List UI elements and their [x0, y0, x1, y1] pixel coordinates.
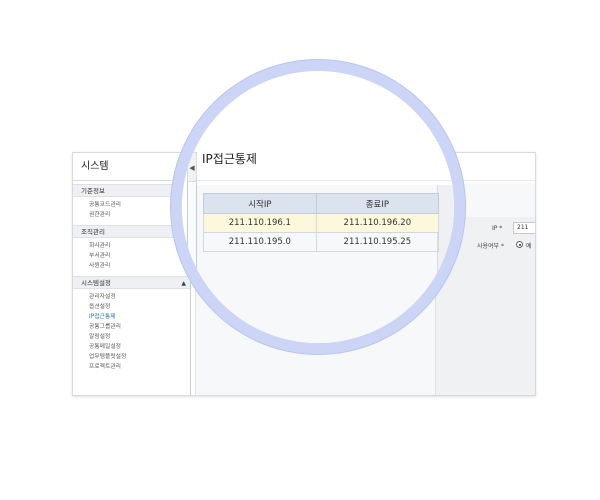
sidebar-item-department[interactable]: 부서관리 [73, 251, 190, 261]
sidebar-item-ip-access[interactable]: IP접근통제 [73, 312, 190, 322]
section-label: 조직관리 [81, 228, 105, 236]
sidebar-item-template[interactable]: 업무템플릿설정 [73, 352, 190, 362]
sidebar-title: 시스템 ◀ [73, 153, 190, 181]
magnified-view: ◀ IP접근통제 시작IP 종료IP 211.110.196.1 211.110… [182, 71, 454, 343]
page-title: IP접근통제 [202, 152, 257, 166]
ip-range-table: 시작IP 종료IP 211.110.196.1 211.110.196.20 2… [203, 193, 440, 252]
sidebar-item-employee[interactable]: 사원관리 [73, 261, 190, 271]
sidebar-item-common-mail[interactable]: 공통메일설정 [73, 342, 190, 352]
sidebar-item-company[interactable]: 회사관리 [73, 241, 190, 251]
sidebar-title-text: 시스템 [81, 161, 109, 172]
usage-radio-label: 예 [526, 243, 532, 250]
sidebar-item-admin[interactable]: 관리자설정 [73, 292, 190, 302]
table-row[interactable]: 211.110.196.1 211.110.196.20 [203, 213, 440, 233]
column-header-start-ip[interactable]: 시작IP [203, 193, 317, 214]
sidebar-section-organization[interactable]: 조직관리 ▲ [73, 225, 190, 238]
title-divider [197, 180, 454, 181]
ip-field-label: IP * [492, 225, 503, 232]
table-row[interactable]: 211.110.195.0 211.110.195.25 [203, 232, 440, 252]
table-cell-end-ip: 211.110.195.25 [315, 232, 440, 252]
form-panel-edge [437, 185, 454, 343]
usage-field-label: 사용여부 * [477, 243, 504, 250]
column-header-end-ip[interactable]: 종료IP [315, 193, 440, 214]
ip-input[interactable]: 211 [513, 222, 535, 234]
sidebar-section-system-settings[interactable]: 시스템설정 ▲ [73, 276, 190, 289]
table-cell-start-ip: 211.110.196.1 [203, 213, 317, 233]
magnifier-lens: ◀ IP접근통제 시작IP 종료IP 211.110.196.1 211.110… [182, 71, 454, 343]
section-label: 시스템설정 [81, 279, 111, 287]
section-label: 기준정보 [81, 187, 105, 195]
sidebar-item-project[interactable]: 프로젝트관리 [73, 362, 190, 372]
table-cell-start-ip: 211.110.195.0 [203, 232, 317, 252]
sidebar-item-notification[interactable]: 알림설정 [73, 332, 190, 342]
sidebar-item-permission[interactable]: 권한관리 [73, 210, 190, 220]
table-cell-end-ip: 211.110.196.20 [315, 213, 440, 233]
sidebar: 시스템 ◀ 기준정보 ▲ 공통코드관리 권한관리 조직관리 ▲ 회사관리 부서관… [73, 153, 191, 395]
sidebar-item-common-group[interactable]: 공통그룹관리 [73, 322, 190, 332]
sidebar-section-basic-info[interactable]: 기준정보 ▲ [73, 184, 190, 197]
usage-radio-yes[interactable] [516, 241, 523, 248]
sidebar-item-common-code[interactable]: 공통코드관리 [73, 200, 190, 210]
sidebar-item-options[interactable]: 옵션설정 [73, 302, 190, 312]
collapse-icon[interactable]: ◀ [187, 152, 197, 182]
